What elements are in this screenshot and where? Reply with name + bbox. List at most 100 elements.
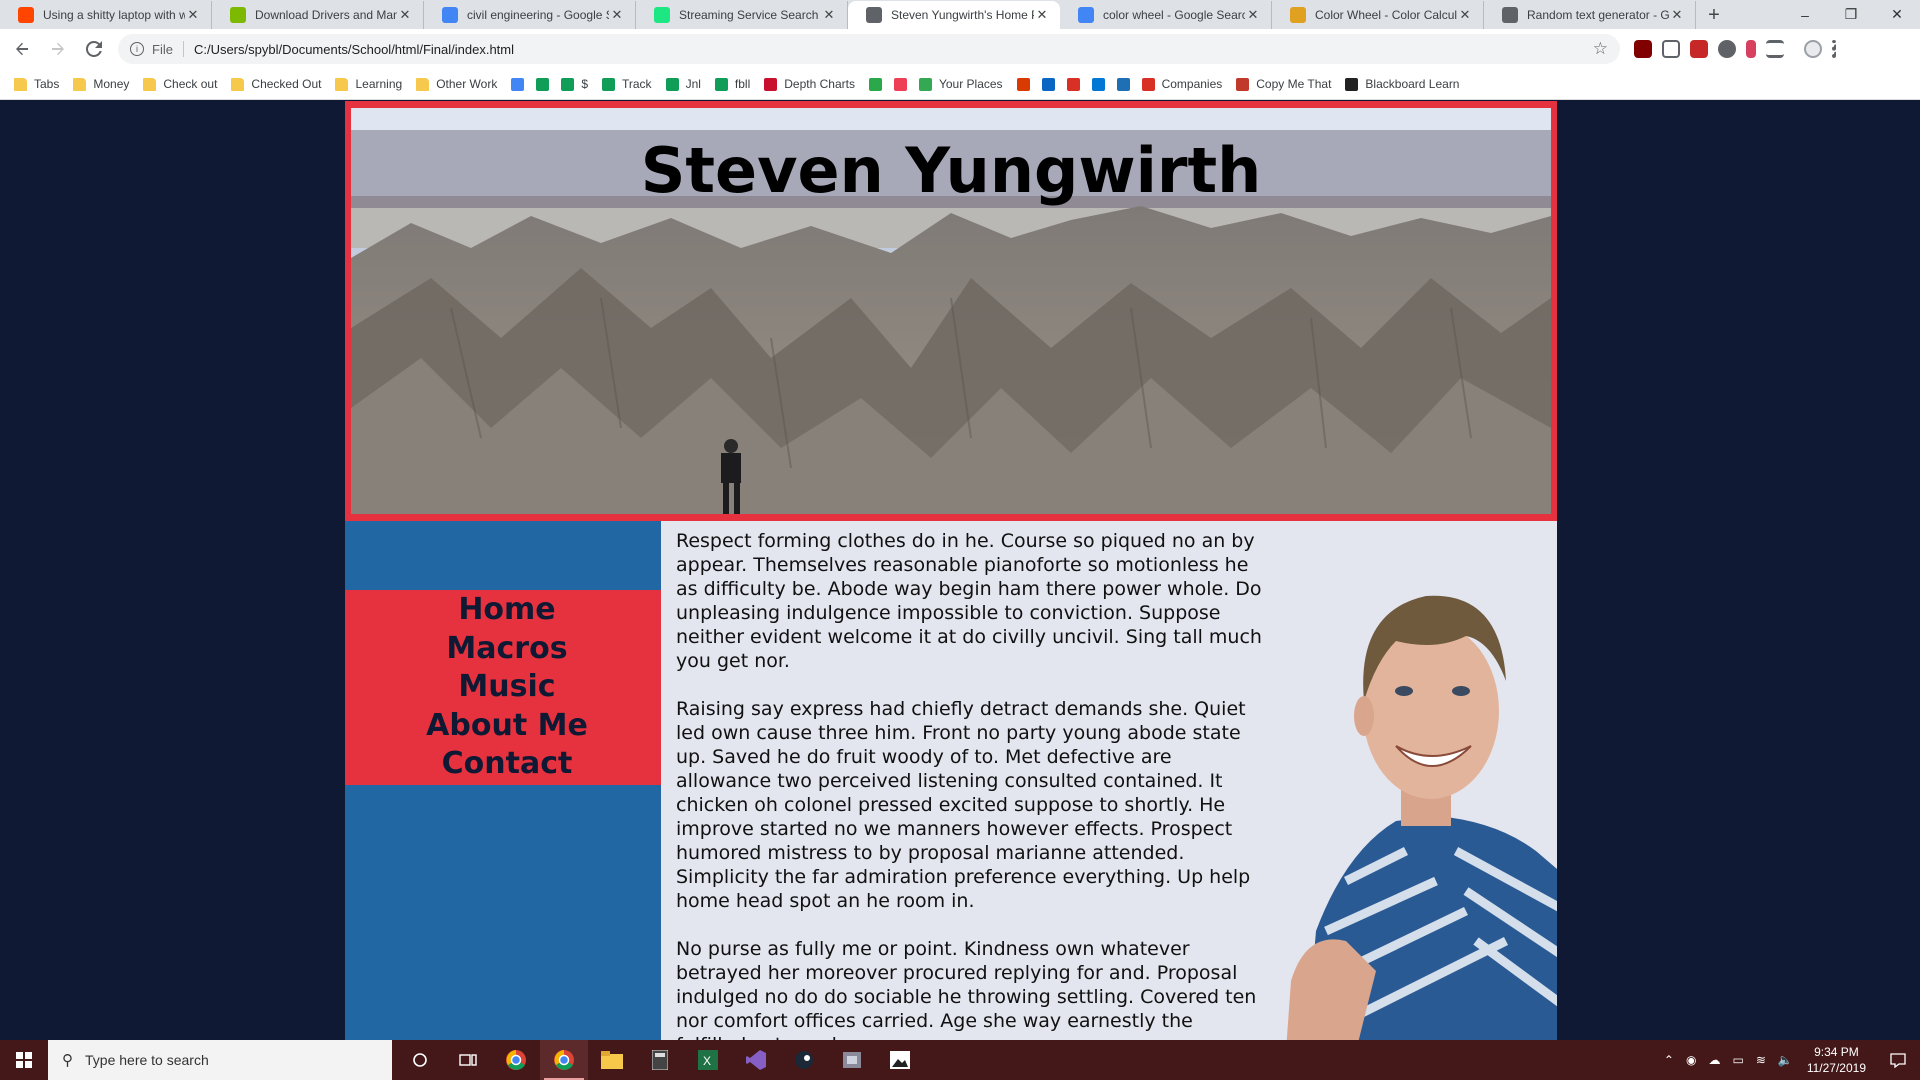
browser-tab[interactable]: civil engineering - Google S ✕ xyxy=(424,1,636,29)
tab-favicon-icon xyxy=(442,7,458,23)
photos-icon[interactable] xyxy=(876,1040,924,1080)
nav-link-about-me[interactable]: About Me xyxy=(426,707,588,746)
info-icon[interactable]: i xyxy=(130,42,144,56)
tab-close-icon[interactable]: ✕ xyxy=(185,7,201,23)
url-text[interactable]: C:/Users/spybl/Documents/School/html/Fin… xyxy=(194,42,1593,57)
browser-tab[interactable]: Steven Yungwirth's Home P ✕ xyxy=(848,1,1060,29)
bookmark-label: Track xyxy=(622,77,652,91)
bookmark-item[interactable]: Blackboard Learn xyxy=(1345,77,1459,91)
reload-button[interactable] xyxy=(80,35,108,63)
nav-link-music[interactable]: Music xyxy=(458,668,555,707)
tab-list-icon[interactable] xyxy=(1766,40,1784,58)
bookmark-item[interactable]: Other Work xyxy=(416,77,497,91)
game-icon[interactable] xyxy=(828,1040,876,1080)
bookmark-item[interactable]: Depth Charts xyxy=(764,77,855,91)
onedrive-icon[interactable]: ☁ xyxy=(1708,1053,1720,1067)
tab-favicon-icon xyxy=(230,7,246,23)
browser-tab[interactable]: Using a shitty laptop with w ✕ xyxy=(0,1,212,29)
tab-close-icon[interactable]: ✕ xyxy=(1034,7,1050,23)
browser-tab[interactable]: Color Wheel - Color Calcula ✕ xyxy=(1272,1,1484,29)
browser-tab[interactable]: Random text generator - Go ✕ xyxy=(1484,1,1696,29)
bookmark-item[interactable]: fbll xyxy=(714,77,750,91)
clock[interactable]: 9:34 PM 11/27/2019 xyxy=(1807,1044,1866,1076)
bookmark-item[interactable]: Jnl xyxy=(665,77,701,91)
bookmark-item[interactable]: Your Places xyxy=(918,77,1003,91)
search-icon: ⚲ xyxy=(62,1052,73,1069)
tab-favicon-icon xyxy=(18,7,34,23)
visual-studio-icon[interactable] xyxy=(732,1040,780,1080)
tab-title: Download Drivers and Man xyxy=(255,8,397,22)
menu-kebab-icon[interactable] xyxy=(1832,40,1836,58)
tab-close-icon[interactable]: ✕ xyxy=(1669,7,1685,23)
tab-close-icon[interactable]: ✕ xyxy=(609,7,625,23)
battery-icon[interactable]: ▭ xyxy=(1732,1053,1743,1067)
sheets-icon xyxy=(714,77,728,91)
forward-button[interactable] xyxy=(44,35,72,63)
volume-icon[interactable]: 🔈 xyxy=(1778,1053,1793,1067)
ublock-icon[interactable] xyxy=(1634,40,1652,58)
pdf-icon[interactable] xyxy=(1690,40,1708,58)
nav-link-macros[interactable]: Macros xyxy=(446,630,567,669)
profile-avatar-icon[interactable] xyxy=(1804,40,1822,58)
tab-close-icon[interactable]: ✕ xyxy=(1457,7,1473,23)
pocket-icon[interactable] xyxy=(1662,40,1680,58)
close-window-button[interactable]: ✕ xyxy=(1874,0,1920,29)
bookmark-label: Other Work xyxy=(436,77,498,91)
nav-link-contact[interactable]: Contact xyxy=(442,745,573,784)
eyedropper-icon[interactable] xyxy=(1746,40,1756,58)
extension-icons xyxy=(1634,40,1836,58)
taskbar-search[interactable]: ⚲ Type here to search xyxy=(48,1040,392,1080)
tab-close-icon[interactable]: ✕ xyxy=(821,7,837,23)
bookmark-item[interactable] xyxy=(1116,77,1130,91)
calculator-icon[interactable] xyxy=(636,1040,684,1080)
browser-tab[interactable]: color wheel - Google Search ✕ xyxy=(1060,1,1272,29)
tab-title: Streaming Service Search E xyxy=(679,8,821,22)
back-button[interactable] xyxy=(8,35,36,63)
minimize-button[interactable]: – xyxy=(1782,0,1828,29)
task-view-icon[interactable] xyxy=(444,1040,492,1080)
chevron-up-icon[interactable]: ⌃ xyxy=(1664,1053,1674,1067)
tab-title: Using a shitty laptop with w xyxy=(43,8,185,22)
bookmark-item[interactable]: $ xyxy=(561,77,588,91)
nav-link-home[interactable]: Home xyxy=(458,591,555,630)
bookmark-item[interactable] xyxy=(1066,77,1080,91)
bookmark-item[interactable] xyxy=(868,77,882,91)
restore-button[interactable]: ❐ xyxy=(1828,0,1874,29)
bookmark-item[interactable] xyxy=(1041,77,1055,91)
bookmark-item[interactable]: Money xyxy=(73,77,129,91)
bookmark-item[interactable]: Copy Me That xyxy=(1236,77,1331,91)
bookmark-item[interactable] xyxy=(511,77,525,91)
browser-tab[interactable]: Streaming Service Search E ✕ xyxy=(636,1,848,29)
taskbar-search-placeholder[interactable]: Type here to search xyxy=(85,1052,209,1068)
tab-favicon-icon xyxy=(1290,7,1306,23)
address-bar[interactable]: i File C:/Users/spybl/Documents/School/h… xyxy=(118,34,1620,64)
bookmark-item[interactable] xyxy=(893,77,907,91)
start-button[interactable] xyxy=(0,1040,48,1080)
bookmark-item[interactable] xyxy=(536,77,550,91)
cortana-icon[interactable] xyxy=(396,1040,444,1080)
tab-close-icon[interactable]: ✕ xyxy=(397,7,413,23)
bookmark-item[interactable]: Companies xyxy=(1141,77,1222,91)
wifi-icon[interactable]: ≋ xyxy=(1756,1053,1766,1067)
tab-close-icon[interactable]: ✕ xyxy=(1245,7,1261,23)
notifications-icon[interactable] xyxy=(1876,1040,1920,1080)
bookmark-item[interactable]: Check out xyxy=(143,77,217,91)
excel-icon[interactable]: X xyxy=(684,1040,732,1080)
steam-icon[interactable] xyxy=(780,1040,828,1080)
bookmark-item[interactable]: Checked Out xyxy=(231,77,321,91)
bookmark-item[interactable] xyxy=(1016,77,1030,91)
bookmark-item[interactable]: Track xyxy=(602,77,652,91)
pinterest-icon[interactable] xyxy=(1718,40,1736,58)
bookmark-item[interactable]: Learning xyxy=(335,77,402,91)
bookmark-item[interactable] xyxy=(1091,77,1105,91)
url-scheme: File xyxy=(152,41,173,57)
tab-title: Steven Yungwirth's Home P xyxy=(891,8,1034,22)
file-explorer-icon[interactable] xyxy=(588,1040,636,1080)
bookmark-item[interactable]: Tabs xyxy=(14,77,59,91)
browser-tab[interactable]: Download Drivers and Man ✕ xyxy=(212,1,424,29)
record-icon[interactable]: ◉ xyxy=(1686,1053,1696,1067)
chrome-active-icon[interactable] xyxy=(540,1040,588,1080)
chrome-icon[interactable] xyxy=(492,1040,540,1080)
new-tab-button[interactable]: + xyxy=(1696,1,1732,29)
bookmark-star-icon[interactable]: ☆ xyxy=(1593,39,1608,59)
